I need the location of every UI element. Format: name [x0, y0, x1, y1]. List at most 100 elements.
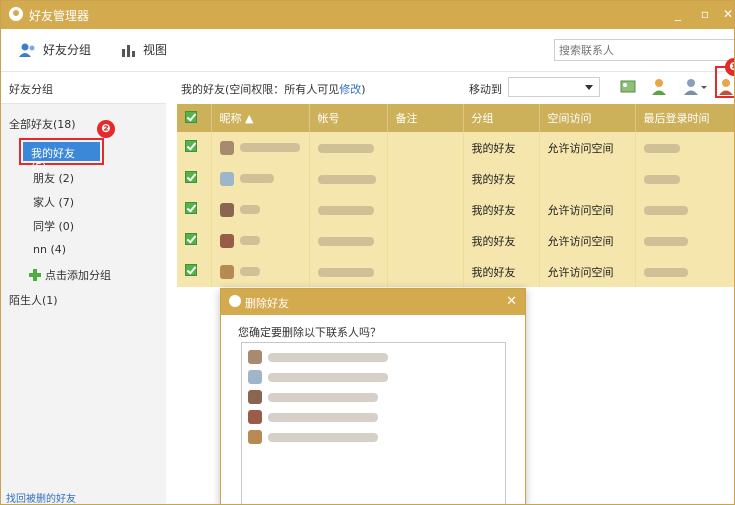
- friend-manager-window: 好友管理器 _ ▫ ✕ 好友分组 视图 好友分组 全部好友(18) 我的好友 (…: [0, 0, 735, 505]
- friend-groups-tab[interactable]: 好友分组: [19, 41, 91, 58]
- modify-link[interactable]: 修改: [339, 83, 361, 96]
- avatar: [248, 390, 262, 404]
- table-row[interactable]: 我的好友: [177, 163, 734, 194]
- row-checkbox[interactable]: [185, 264, 197, 276]
- blurred-nickname: [239, 205, 260, 214]
- sidebar-item-friends[interactable]: 朋友 (2): [33, 170, 74, 186]
- avatar: [248, 410, 262, 424]
- blurred-nickname: [239, 143, 300, 152]
- avatar: [219, 140, 234, 155]
- blurred-contact: [268, 352, 388, 362]
- table-row[interactable]: 我的好友 允许访问空间: [177, 225, 734, 256]
- add-contact-icon[interactable]: [650, 77, 668, 97]
- row-checkbox[interactable]: [185, 202, 197, 214]
- list-item: [248, 390, 378, 404]
- dialog-title-bar: 删除好友 ✕: [221, 289, 525, 315]
- blurred-contact: [268, 412, 378, 422]
- selected-group-highlight[interactable]: 我的好友 (5): [19, 138, 104, 174]
- row-checkbox[interactable]: [185, 140, 197, 152]
- blurred-account: [317, 236, 374, 246]
- contact-settings-icon[interactable]: [682, 77, 708, 97]
- sidebar-header: 好友分组: [1, 72, 166, 104]
- bar-chart-icon: [122, 44, 135, 57]
- blurred-last-login: [643, 236, 688, 246]
- plus-icon: [29, 269, 41, 281]
- row-checkbox[interactable]: [185, 233, 197, 245]
- select-all-checkbox[interactable]: [185, 110, 197, 123]
- row-group: 我的好友: [463, 132, 540, 163]
- blurred-last-login: [643, 174, 680, 184]
- view-tab[interactable]: 视图: [121, 41, 167, 58]
- sidebar-item-nn[interactable]: nn (4): [33, 243, 66, 256]
- row-space: 允许访问空间: [539, 194, 636, 225]
- delete-friend-dialog: 删除好友 ✕ 您确定要删除以下联系人吗？: [220, 288, 526, 504]
- table-row[interactable]: 我的好友 允许访问空间: [177, 256, 734, 287]
- row-space: 允许访问空间: [539, 225, 636, 256]
- row-group: 我的好友: [463, 225, 540, 256]
- minimize-button[interactable]: _: [667, 5, 689, 23]
- permission-suffix: ): [361, 83, 366, 96]
- row-space: [539, 163, 636, 194]
- list-item: [248, 410, 378, 424]
- recover-deleted-friends-link[interactable]: 找回被删的好友: [6, 490, 76, 504]
- row-checkbox[interactable]: [185, 171, 197, 183]
- table-row[interactable]: 我的好友 允许访问空间: [177, 132, 734, 163]
- blurred-account: [317, 205, 374, 215]
- sidebar: 好友分组 全部好友(18) 我的好友 (5) 朋友 (2) 家人 (7) 同学 …: [1, 72, 166, 504]
- step-badge-2: ❷: [97, 120, 115, 138]
- friends-table: 昵称 ▲ 帐号 备注 分组 空间访问 最后登录时间 我的好友 允许访问空间 我的…: [177, 104, 734, 287]
- blurred-last-login: [643, 143, 680, 153]
- col-account[interactable]: 帐号: [309, 104, 388, 132]
- row-space: 允许访问空间: [539, 256, 636, 287]
- list-item: [248, 430, 378, 444]
- qq-penguin-icon: [9, 7, 23, 21]
- move-to-dropdown[interactable]: [508, 77, 600, 97]
- blurred-account: [317, 143, 374, 153]
- sidebar-item-my-friends[interactable]: 我的好友 (5): [23, 142, 100, 174]
- select-all-header[interactable]: [177, 104, 212, 132]
- blurred-nickname: [239, 174, 274, 183]
- col-nickname[interactable]: 昵称 ▲: [211, 104, 310, 132]
- col-last-login[interactable]: 最后登录时间: [635, 104, 734, 132]
- sidebar-item-family[interactable]: 家人 (7): [33, 194, 74, 210]
- friend-groups-label: 好友分组: [43, 43, 92, 57]
- blurred-account: [317, 267, 374, 277]
- all-friends-item[interactable]: 全部好友(18): [9, 116, 76, 132]
- avatar: [248, 430, 262, 444]
- delete-contact-icon[interactable]: [719, 78, 735, 96]
- view-label: 视图: [143, 43, 168, 57]
- col-group[interactable]: 分组: [463, 104, 540, 132]
- row-group: 我的好友: [463, 163, 540, 194]
- col-note[interactable]: 备注: [387, 104, 464, 132]
- people-icon: [19, 43, 35, 57]
- main-header: 我的好友(空间权限：所有人可见修改) 移动到 ❶: [177, 58, 735, 104]
- row-space: 允许访问空间: [539, 132, 636, 163]
- maximize-button[interactable]: ▫: [694, 5, 716, 23]
- avatar: [219, 264, 234, 279]
- add-group-label: 点击添加分组: [45, 269, 111, 282]
- sidebar-item-strangers[interactable]: 陌生人(1): [9, 292, 58, 308]
- table-row[interactable]: 我的好友 允许访问空间: [177, 194, 734, 225]
- blurred-nickname: [239, 236, 260, 245]
- dialog-close-button[interactable]: ✕: [506, 294, 517, 309]
- list-item: [248, 350, 388, 364]
- window-title: 好友管理器: [29, 9, 90, 23]
- close-button[interactable]: ✕: [717, 5, 734, 23]
- title-bar: 好友管理器 _ ▫ ✕: [1, 1, 734, 29]
- sidebar-item-classmates[interactable]: 同学 (0): [33, 218, 74, 234]
- blurred-contact: [268, 372, 388, 382]
- avatar: [219, 233, 234, 248]
- image-icon[interactable]: [619, 77, 637, 97]
- row-group: 我的好友: [463, 256, 540, 287]
- dialog-question: 您确定要删除以下联系人吗？: [238, 326, 381, 339]
- add-group-link[interactable]: 点击添加分组: [29, 267, 111, 283]
- list-item: [248, 370, 388, 384]
- search-input[interactable]: [554, 39, 734, 61]
- move-to-label: 移动到: [469, 83, 502, 96]
- blurred-nickname: [239, 267, 260, 276]
- permission-prefix: 我的好友(空间权限：所有人可见: [181, 83, 340, 96]
- blurred-account: [317, 174, 376, 184]
- blurred-contact: [268, 392, 378, 402]
- blurred-contact: [268, 432, 378, 442]
- col-space-access[interactable]: 空间访问: [539, 104, 636, 132]
